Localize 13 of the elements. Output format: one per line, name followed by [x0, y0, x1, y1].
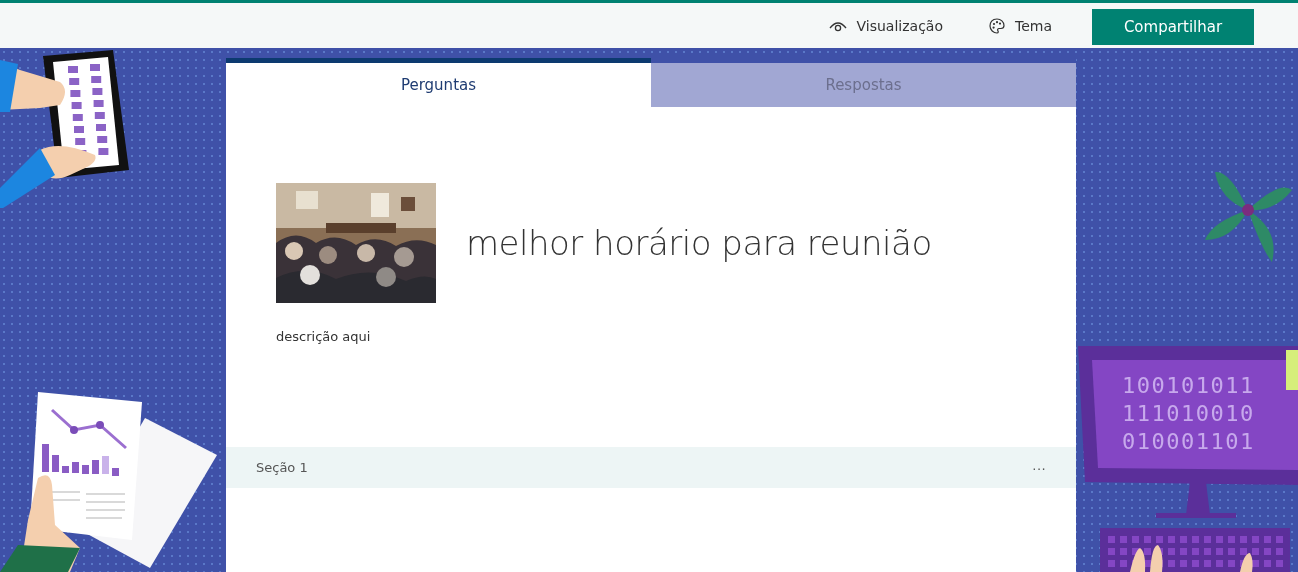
- theme-button[interactable]: Tema: [983, 13, 1058, 38]
- tab[interactable]: Perguntas: [226, 58, 651, 107]
- screen-code-text: 100101011: [1122, 373, 1255, 398]
- screen-code-text: 010001101: [1122, 429, 1255, 454]
- form-title[interactable]: melhor horário para reunião: [466, 223, 932, 263]
- preview-button[interactable]: Visualização: [822, 13, 949, 38]
- eye-icon: [828, 19, 847, 32]
- form-description[interactable]: descrição aqui: [276, 329, 371, 344]
- section-label: Seção 1: [256, 460, 308, 475]
- palette-icon: [989, 17, 1005, 34]
- more-button[interactable]: ···: [1028, 457, 1050, 478]
- share-button[interactable]: Compartilhar: [1092, 9, 1254, 45]
- screen-code-text: 111010010: [1122, 401, 1255, 426]
